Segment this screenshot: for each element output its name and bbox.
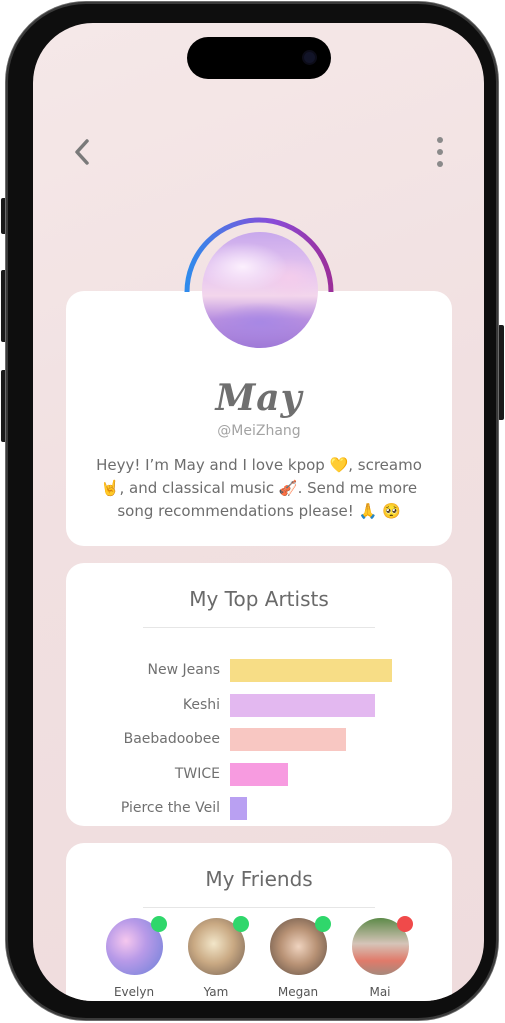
friend-item[interactable]: Mai [340,916,420,999]
artist-bar [230,762,288,786]
friends-card: My Friends Evelyn Yam Megan Mai [66,843,452,1001]
power-button [498,325,504,420]
profile-bio: Heyy! I’m May and I love kpop 💛, screamo… [96,456,422,520]
top-artists-title: My Top Artists [189,587,329,611]
friend-item[interactable]: Yam [176,916,256,999]
status-dot-icon [314,916,331,932]
status-dot-icon [150,916,167,932]
artist-bar [230,797,247,820]
artist-row: Pierce the Veil [66,797,452,821]
profile-name: May [215,377,303,419]
divider [143,907,375,908]
more-vertical-icon[interactable] [431,137,449,167]
friend-avatar[interactable] [269,916,331,975]
friend-name: Megan [277,985,319,999]
camera-icon [304,52,315,63]
artist-label: Baebadoobee [123,731,220,747]
friend-name: Evelyn [113,985,155,999]
avatar[interactable] [202,232,318,348]
artist-label: Keshi [182,696,220,713]
artist-row: Keshi [66,693,452,718]
artist-row: Baebadoobee [66,728,452,752]
artist-row: TWICE [66,762,452,787]
top-artists-card: My Top Artists New Jeans Keshi Baebadoobee… [66,563,452,826]
phone-frame: May @MeiZhang Heyy! I’m May and I love k… [6,2,498,1020]
status-dot-icon [396,916,413,932]
profile-handle: @MeiZhang [217,423,301,439]
status-dot-icon [232,916,249,932]
dynamic-island [187,37,331,79]
artist-label: Pierce the Veil [120,800,220,816]
artist-label: New Jeans [147,662,220,678]
artist-bar [230,659,392,682]
divider [143,627,375,628]
artist-row: New Jeans [66,659,452,683]
friend-avatar[interactable] [187,916,249,975]
chevron-left-icon[interactable] [71,137,93,167]
friend-name: Mai [369,985,391,999]
friends-title: My Friends [205,867,313,891]
friend-item[interactable]: Evelyn [94,916,174,999]
artist-bar [230,728,346,751]
friend-avatar[interactable] [105,916,167,975]
screen: May @MeiZhang Heyy! I’m May and I love k… [33,23,484,1001]
artist-label: TWICE [174,765,220,782]
artist-bar [230,693,375,717]
friend-item[interactable]: Megan [258,916,338,999]
friend-avatar[interactable] [351,916,413,975]
friend-name: Yam [203,985,229,999]
